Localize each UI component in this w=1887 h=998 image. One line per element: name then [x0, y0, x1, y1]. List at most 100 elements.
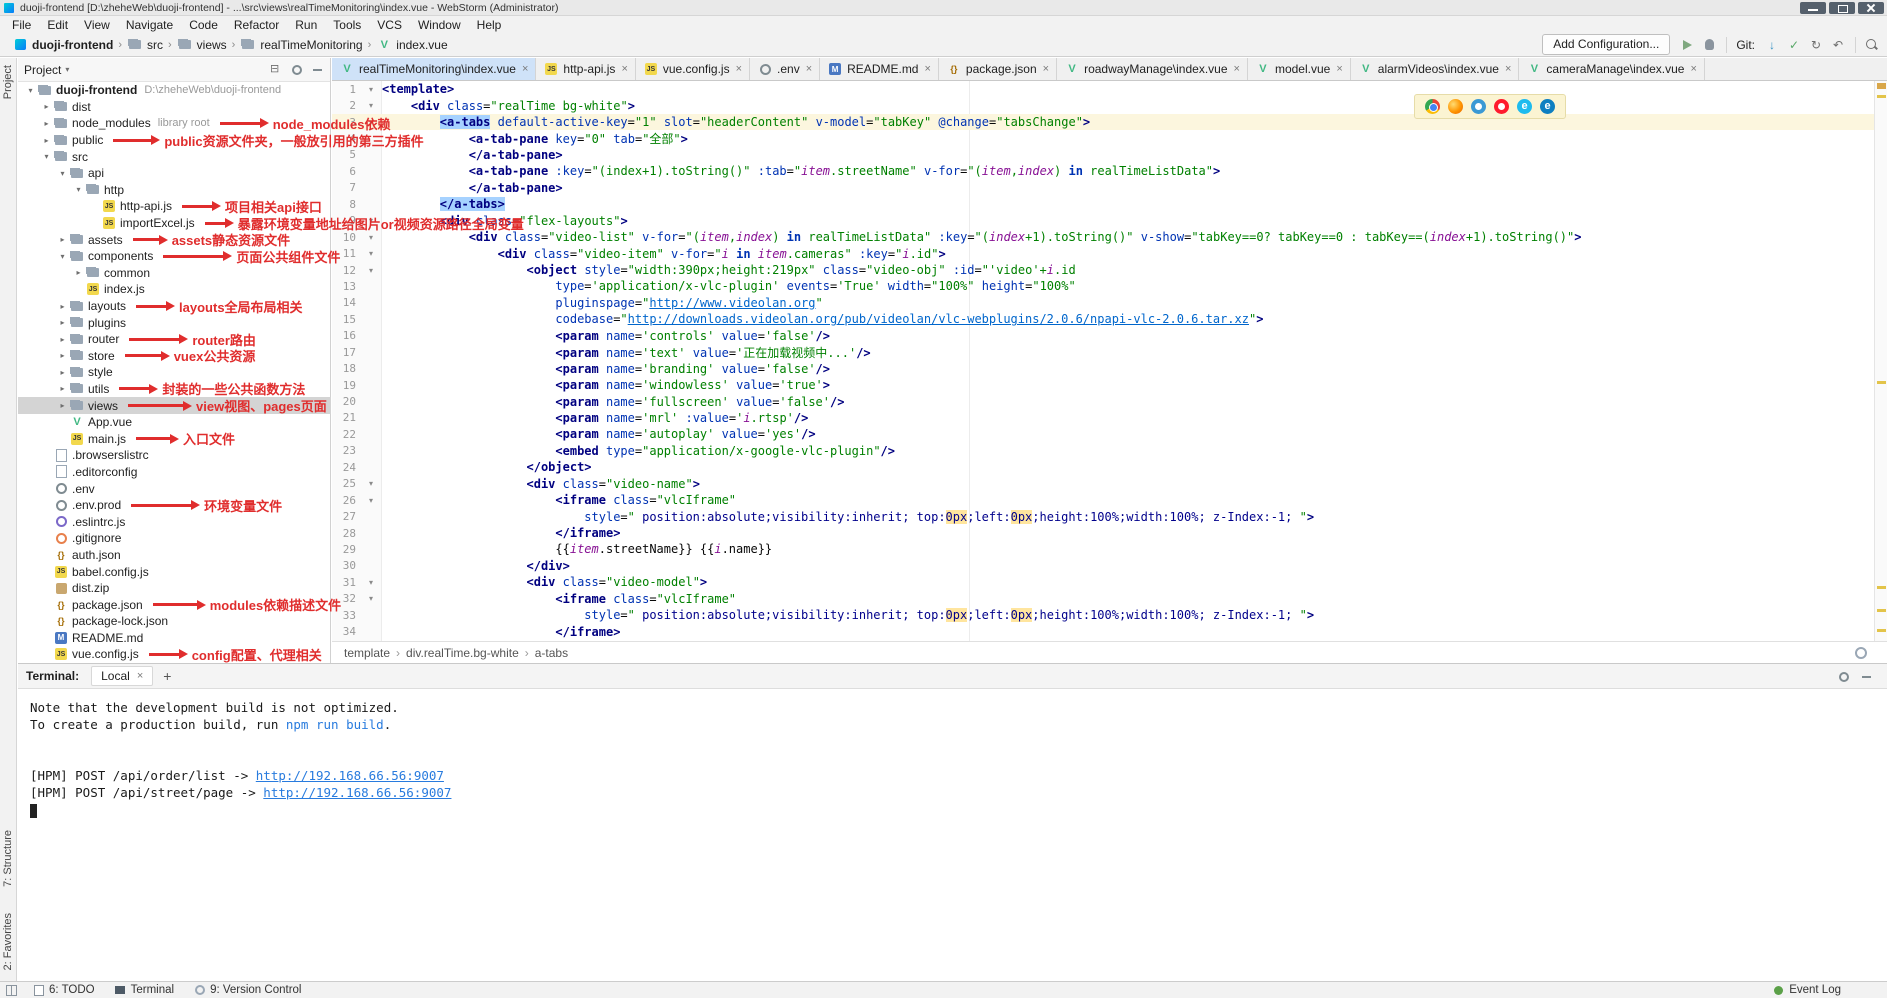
ie-icon[interactable]	[1517, 99, 1532, 114]
new-terminal-tab-button[interactable]: +	[163, 668, 171, 684]
breadcrumb-item-index-vue[interactable]: Vindex.vue	[372, 37, 451, 53]
close-icon[interactable]: ×	[522, 63, 528, 75]
tree-item-gitignore[interactable]: .gitignore	[18, 530, 331, 547]
add-configuration-button[interactable]: Add Configuration...	[1542, 34, 1670, 55]
breadcrumb-item-views[interactable]: views	[173, 37, 231, 53]
tree-item-components[interactable]: ▾components页面公共组件文件	[18, 248, 331, 265]
tab-alarmvideos-index-vue[interactable]: ValarmVideos\index.vue×	[1351, 58, 1520, 80]
chevron-right-icon[interactable]: ▸	[56, 401, 69, 410]
close-icon[interactable]: ×	[924, 63, 930, 75]
hide-panel-icon[interactable]	[1860, 670, 1873, 683]
tab-readme-md[interactable]: MREADME.md×	[820, 58, 939, 80]
maximize-button[interactable]	[1829, 2, 1855, 14]
settings-icon[interactable]	[1837, 670, 1850, 683]
terminal-output[interactable]: Note that the development build is not o…	[18, 689, 1887, 818]
tree-item-layouts[interactable]: ▸layoutslayouts全局布局相关	[18, 298, 331, 315]
update-project-icon[interactable]	[1764, 37, 1780, 53]
chevron-right-icon[interactable]: ▸	[40, 136, 53, 145]
tree-item-eslintrc-js[interactable]: .eslintrc.js	[18, 513, 331, 530]
tool-stripe-project[interactable]: Project	[2, 60, 14, 104]
fold-icon[interactable]: ▾	[360, 479, 382, 488]
status-9-version-control[interactable]: 9: Version Control	[194, 984, 301, 996]
fold-icon[interactable]: ▾	[360, 85, 382, 94]
tree-item-vue-config-js[interactable]: JSvue.config.jsconfig配置、代理相关	[18, 646, 331, 663]
history-icon[interactable]	[1808, 37, 1824, 53]
fold-icon[interactable]: ▾	[360, 266, 382, 275]
rollback-icon[interactable]	[1830, 37, 1846, 53]
chevron-right-icon[interactable]: ▸	[56, 235, 69, 244]
tree-item-readme-md[interactable]: MREADME.md	[18, 630, 331, 647]
chevron-right-icon[interactable]: ▸	[56, 368, 69, 377]
menu-refactor[interactable]: Refactor	[226, 18, 287, 32]
tree-item-package-json[interactable]: {}package.jsonmodules依赖描述文件	[18, 596, 331, 613]
tab-realtimemonitoring-index-vue[interactable]: VrealTimeMonitoring\index.vue×	[332, 58, 536, 80]
menu-help[interactable]: Help	[469, 18, 510, 32]
chevron-right-icon[interactable]: ▸	[40, 119, 53, 128]
breadcrumb-item-realtimemonitoring[interactable]: realTimeMonitoring	[236, 37, 366, 53]
chevron-down-icon[interactable]: ▾	[56, 252, 69, 261]
minimize-button[interactable]	[1800, 2, 1826, 14]
menu-edit[interactable]: Edit	[39, 18, 76, 32]
collapse-all-icon[interactable]	[269, 63, 282, 76]
breadcrumb-template[interactable]: template	[344, 646, 390, 660]
edge-icon[interactable]	[1540, 99, 1555, 114]
close-icon[interactable]: ×	[736, 63, 742, 75]
close-icon[interactable]: ×	[137, 670, 143, 682]
menu-window[interactable]: Window	[410, 18, 469, 32]
close-icon[interactable]: ×	[621, 63, 627, 75]
menu-navigate[interactable]: Navigate	[118, 18, 181, 32]
chevron-down-icon[interactable]: ▾	[40, 152, 53, 161]
tab-package-json[interactable]: {}package.json×	[939, 58, 1057, 80]
tree-item-router[interactable]: ▸routerrouter路由	[18, 331, 331, 348]
tree-item-http-api-js[interactable]: JShttp-api.js项目相关api接口	[18, 198, 331, 215]
close-button[interactable]	[1858, 2, 1884, 14]
menu-tools[interactable]: Tools	[325, 18, 369, 32]
commit-icon[interactable]	[1786, 37, 1802, 53]
tree-item-dist-zip[interactable]: dist.zip	[18, 580, 331, 597]
close-icon[interactable]: ×	[1336, 63, 1342, 75]
tab-cameramanage-index-vue[interactable]: VcameraManage\index.vue×	[1519, 58, 1705, 80]
tab-http-api-js[interactable]: JShttp-api.js×	[536, 58, 635, 80]
chevron-down-icon[interactable]: ▾	[65, 65, 69, 74]
tab-roadwaymanage-index-vue[interactable]: VroadwayManage\index.vue×	[1057, 58, 1248, 80]
hide-panel-icon[interactable]	[311, 63, 324, 76]
fold-icon[interactable]: ▾	[360, 233, 382, 242]
safari-icon[interactable]	[1471, 99, 1486, 114]
menu-code[interactable]: Code	[181, 18, 226, 32]
fold-icon[interactable]: ▾	[360, 496, 382, 505]
terminal-link[interactable]: http://192.168.66.56:9007	[256, 768, 444, 783]
tree-item-package-lock-json[interactable]: {}package-lock.json	[18, 613, 331, 630]
tool-stripe-2-favorites[interactable]: 2: Favorites	[2, 908, 14, 975]
tree-item-babel-config-js[interactable]: JSbabel.config.js	[18, 563, 331, 580]
menu-vcs[interactable]: VCS	[369, 18, 410, 32]
menu-run[interactable]: Run	[287, 18, 325, 32]
tab-vue-config-js[interactable]: JSvue.config.js×	[636, 58, 750, 80]
breadcrumb-item-duoji-frontend[interactable]: duoji-frontend	[8, 37, 117, 53]
chevron-right-icon[interactable]: ▸	[40, 102, 53, 111]
fold-icon[interactable]: ▾	[360, 249, 382, 258]
chevron-right-icon[interactable]: ▸	[56, 351, 69, 360]
tree-item-utils[interactable]: ▸utils封装的一些公共函数方法	[18, 381, 331, 398]
chevron-right-icon[interactable]: ▸	[56, 384, 69, 393]
tree-item-public[interactable]: ▸publicpublic资源文件夹，一般放引用的第三方插件	[18, 132, 331, 149]
tree-item-importexcel-js[interactable]: JSimportExcel.js暴露环境变量地址给图片or视频资源路径全局变量	[18, 215, 331, 232]
fold-icon[interactable]: ▾	[360, 594, 382, 603]
tree-item-auth-json[interactable]: {}auth.json	[18, 547, 331, 564]
chevron-down-icon[interactable]: ▾	[24, 86, 37, 95]
search-everywhere-icon[interactable]	[1865, 38, 1879, 52]
chevron-down-icon[interactable]: ▾	[72, 185, 85, 194]
tree-item-dist[interactable]: ▸dist	[18, 99, 331, 116]
breadcrumb-div-realtime-bg-white[interactable]: div.realTime.bg-white	[406, 646, 519, 660]
tab-env[interactable]: .env×	[750, 58, 820, 80]
tree-item-node-modules[interactable]: ▸node_moduleslibrary rootnode_modules依赖	[18, 115, 331, 132]
tree-item-http[interactable]: ▾http	[18, 182, 331, 199]
tool-window-switcher-icon[interactable]	[6, 985, 17, 996]
breadcrumb-item-src[interactable]: src	[123, 37, 167, 53]
chevron-down-icon[interactable]: ▾	[56, 169, 69, 178]
tree-item-main-js[interactable]: JSmain.js入口文件	[18, 430, 331, 447]
tool-stripe-7-structure[interactable]: 7: Structure	[2, 825, 14, 892]
tree-item-common[interactable]: ▸common	[18, 265, 331, 282]
status-6-todo[interactable]: 6: TODO	[33, 984, 95, 996]
fold-icon[interactable]: ▾	[360, 578, 382, 587]
firefox-icon[interactable]	[1448, 99, 1463, 114]
